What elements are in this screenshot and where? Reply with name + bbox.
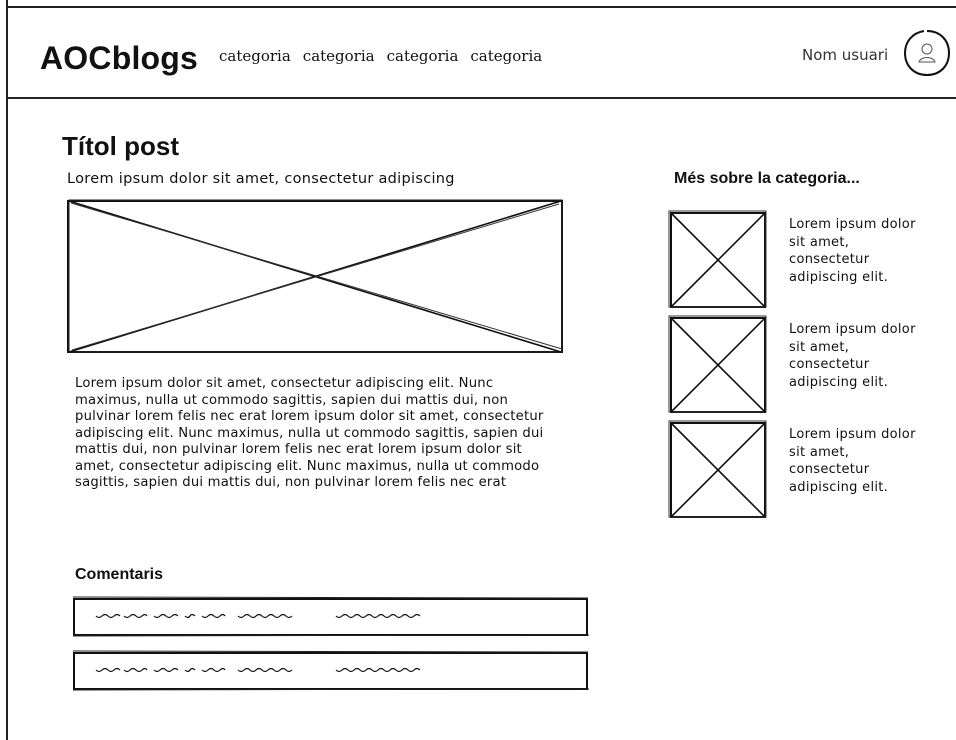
site-header: AOCblogs categoria categoria categoria cate… [6,6,956,99]
page-frame-left [6,0,8,740]
post-subtitle: Lorem ipsum dolor sit amet, consectetur … [67,171,455,187]
image-placeholder-icon [668,315,767,413]
nav-item-categoria-3[interactable]: categoria [387,47,459,65]
sidebar-item[interactable]: Lorem ipsum dolor sit amet, consectetur … [668,420,956,524]
username[interactable]: Nom usuari [802,46,888,64]
scribble-text-icon [95,613,421,619]
post-image-placeholder-icon [67,199,563,353]
sidebar-item-text: Lorem ipsum dolor sit amet, consectetur … [789,427,916,495]
user-avatar-icon[interactable] [902,28,952,78]
comments-title: Comentaris [75,566,164,583]
scribble-text-icon [95,667,421,673]
post-title: Títol post [62,131,179,161]
sidebar-title: Més sobre la categoria... [674,170,860,187]
category-nav: categoria categoria categoria categoria [219,47,554,65]
sidebar-item-text: Lorem ipsum dolor sit amet, consectetur … [789,322,916,390]
image-placeholder-icon [668,420,767,518]
nav-item-categoria-4[interactable]: categoria [470,47,542,65]
comment-item[interactable] [72,596,590,638]
nav-item-categoria-1[interactable]: categoria [219,47,291,65]
sidebar-item-text: Lorem ipsum dolor sit amet, consectetur … [789,217,916,285]
post-body: Lorem ipsum dolor sit amet, consectetur … [75,376,544,490]
comment-item[interactable] [72,650,590,692]
sidebar-item[interactable]: Lorem ipsum dolor sit amet, consectetur … [668,210,956,314]
site-logo[interactable]: AOCblogs [40,40,198,77]
image-placeholder-icon [668,210,767,308]
nav-item-categoria-2[interactable]: categoria [303,47,375,65]
sidebar-item[interactable]: Lorem ipsum dolor sit amet, consectetur … [668,315,956,419]
